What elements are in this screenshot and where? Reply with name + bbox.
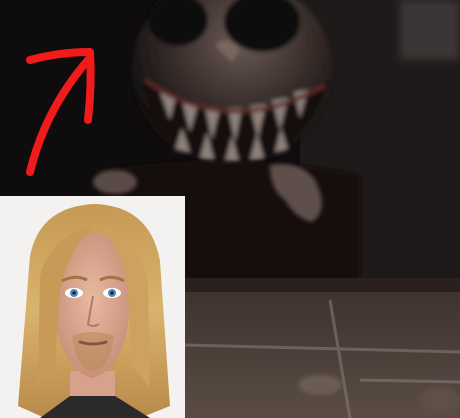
inset-portrait-photo (0, 196, 185, 418)
meme-image (0, 0, 460, 418)
